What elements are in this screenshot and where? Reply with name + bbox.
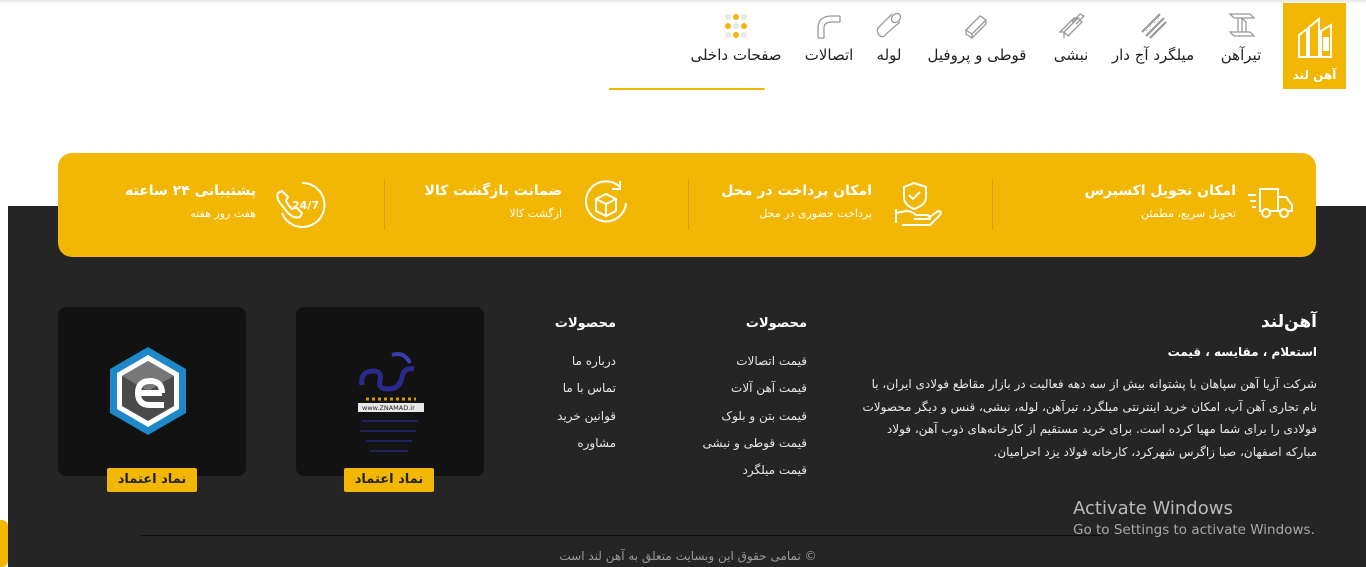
footer-link-contact[interactable]: تماس با ما	[563, 381, 616, 395]
windows-activation-title: Activate Windows	[1073, 498, 1233, 519]
about-text: شرکت آریا آهن سپاهان با پشتوانه بیش از س…	[862, 377, 1318, 459]
footer-link[interactable]: قیمت میلگرد	[742, 463, 807, 477]
nav-active-indicator	[609, 88, 765, 90]
feature-divider	[688, 180, 689, 230]
column-title-links: محصولات	[554, 316, 616, 331]
nav-label: نبشی	[1053, 46, 1089, 64]
logo-mark-icon	[1298, 16, 1332, 58]
header-shadow	[0, 0, 1366, 4]
trust-badge-label[interactable]: نماد اعتماد	[344, 468, 434, 492]
features-bar: امکان تحویل اکسپرس تحویل سریع، مطمئن امک…	[58, 153, 1316, 257]
nav-item-angle-iron[interactable]: نبشی	[1048, 10, 1094, 70]
hand-payment-icon	[895, 181, 942, 226]
nav-item-pipe[interactable]: لوله	[871, 10, 907, 70]
nav-item-rebar[interactable]: میلگرد آج دار	[1107, 10, 1199, 70]
footer-divider	[141, 535, 1103, 536]
nav-label: میلگرد آج دار	[1111, 46, 1195, 64]
samandehi-url: www.ZNAMAD.ir	[362, 404, 415, 412]
feature-title: امکان پرداخت در محل	[721, 183, 872, 199]
fast-truck-icon	[1248, 188, 1293, 218]
windows-activation-subtitle: Go to Settings to activate Windows.	[1073, 522, 1315, 538]
side-scroll-tab[interactable]	[0, 520, 8, 567]
nav-label: تیرآهن	[1220, 46, 1262, 64]
angle-iron-icon	[1058, 13, 1086, 38]
enamad-logo-icon	[110, 347, 186, 435]
copyright: © تمامی حقوق این وبسایت متعلق به آهن لند…	[559, 549, 817, 563]
about-title: آهن‌لند	[1260, 312, 1317, 332]
elbow-fitting-icon	[817, 15, 841, 39]
brand-name: آهن لند	[1292, 68, 1337, 82]
nav-label: صفحات داخلی	[690, 46, 782, 64]
nav-item-i-beam[interactable]: تیرآهن	[1213, 10, 1269, 70]
trust-badge-enamad[interactable]	[58, 307, 246, 476]
footer-link[interactable]: قیمت بتن و بلوک	[721, 409, 807, 423]
pipe-icon	[876, 12, 902, 38]
nav-label: لوله	[876, 46, 902, 64]
column-title-products: محصولات	[745, 316, 807, 331]
feature-express-delivery: امکان تحویل اکسپرس تحویل سریع، مطمئن	[1084, 179, 1296, 231]
feature-divider	[384, 180, 385, 230]
feature-subtitle: تحویل سریع، مطمئن	[1141, 207, 1236, 220]
nav-label: اتصالات	[804, 46, 854, 64]
footer-link-rules[interactable]: قوانین خرید	[557, 409, 616, 423]
feature-return-guarantee: ضمانت بازگشت کالا ازگشت کالا	[424, 179, 634, 231]
footer-link-about[interactable]: درباره ما	[572, 354, 616, 368]
footer-link[interactable]: قیمت اتصالات	[736, 354, 807, 368]
feature-divider	[992, 180, 993, 230]
nav-item-internal-pages[interactable]: صفحات داخلی	[686, 10, 786, 70]
feature-subtitle: هفت روز هفته	[190, 207, 256, 220]
samandehi-logo-icon: www.ZNAMAD.ir	[358, 352, 424, 452]
footer-link[interactable]: قیمت قوطی و نبشی	[703, 436, 807, 450]
feature-title: ضمانت بازگشت کالا	[424, 183, 562, 199]
feature-pay-on-site: امکان پرداخت در محل پرداخت حضوری در محل	[721, 179, 946, 231]
about-subtitle: استعلام ، مقایسه ، قیمت	[1167, 345, 1317, 359]
svg-text:24/7: 24/7	[292, 199, 319, 212]
profile-icon	[964, 15, 988, 40]
support-24-7-icon: 24/7	[276, 181, 326, 228]
box-return-icon	[585, 180, 627, 223]
feature-subtitle: ازگشت کالا	[509, 207, 562, 220]
nav-item-profile[interactable]: قوطی و پروفیل	[921, 10, 1033, 70]
feature-title: امکان تحویل اکسپرس	[1084, 183, 1236, 199]
footer-link-consulting[interactable]: مشاوره	[577, 436, 616, 450]
brand-logo[interactable]: آهن لند	[1283, 3, 1346, 89]
nav-item-fittings[interactable]: اتصالات	[801, 10, 857, 70]
feature-support: 24/7 پشتیبانی ۲۴ ساعته هفت روز هفته	[125, 179, 330, 231]
i-beam-icon	[1228, 13, 1256, 37]
nav-label: قوطی و پروفیل	[927, 46, 1027, 64]
feature-title: پشتیبانی ۲۴ ساعته	[125, 183, 256, 199]
feature-subtitle: پرداخت حضوری در محل	[759, 207, 872, 220]
trust-badge-label[interactable]: نماد اعتماد	[107, 468, 197, 492]
rebar-icon	[1141, 13, 1167, 39]
pages-grid-icon	[725, 14, 747, 38]
footer-link[interactable]: قیمت آهن آلات	[731, 381, 807, 395]
trust-badge-samandehi[interactable]: www.ZNAMAD.ir	[296, 307, 484, 476]
